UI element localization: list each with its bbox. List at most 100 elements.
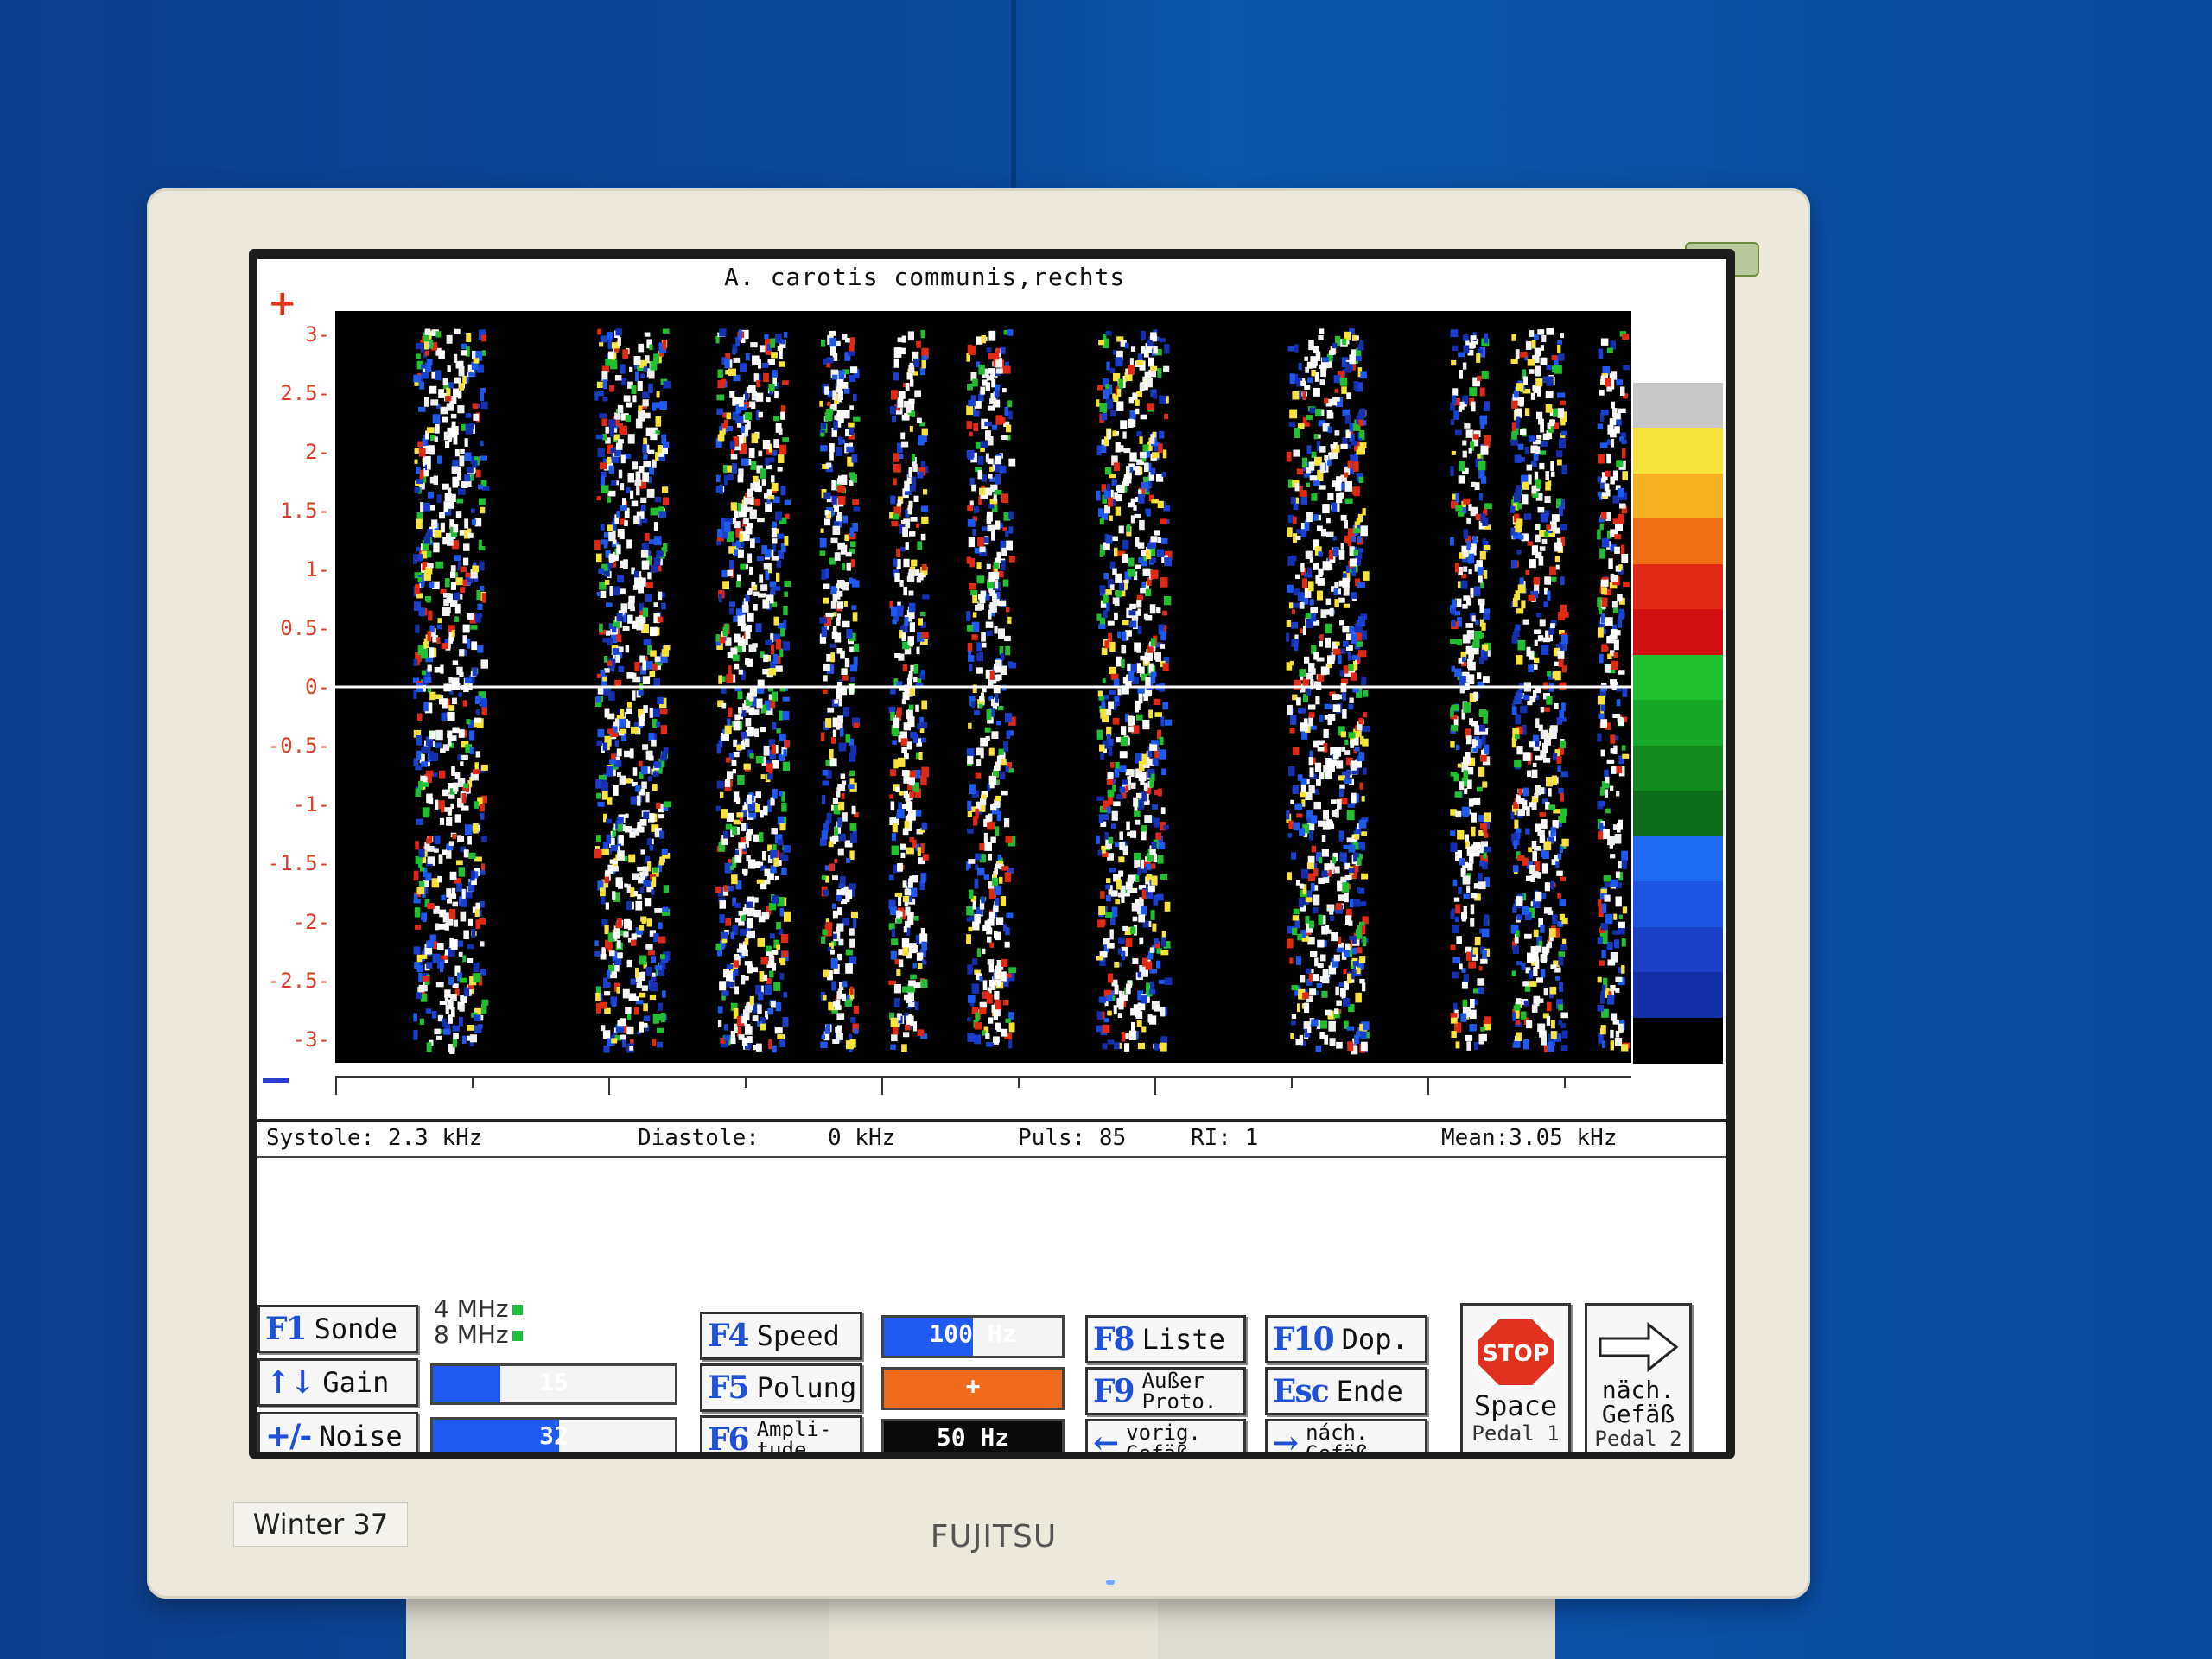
x-tick (472, 1076, 474, 1088)
f5-key: F5 (708, 1370, 750, 1406)
doppler-spectrogram (335, 311, 1631, 1063)
probe-frequency-list: 4 MHz 8 MHz (434, 1296, 523, 1348)
gain-value: 15 (539, 1368, 569, 1396)
polung-button[interactable]: F5 Polung (700, 1363, 862, 1412)
x-tick (1291, 1076, 1293, 1088)
x-tick (1154, 1076, 1156, 1095)
color-scale-step (1633, 836, 1723, 882)
amplitude-label: Ampli-tude (756, 1417, 832, 1452)
amplitude-button[interactable]: F6 Ampli-tude (700, 1415, 862, 1452)
f8-key: F8 (1093, 1321, 1135, 1357)
esc-key: Esc (1273, 1373, 1330, 1409)
ende-button[interactable]: Esc Ende (1265, 1367, 1427, 1415)
y-tick-label: -0.5- (267, 733, 330, 758)
space-label: Space (1473, 1389, 1558, 1422)
color-scale-step (1633, 382, 1723, 429)
x-tick (1018, 1076, 1020, 1088)
x-tick (745, 1076, 747, 1088)
f4-key: F4 (708, 1318, 750, 1354)
next-vessel-button[interactable]: → nách.Gefäß (1265, 1419, 1427, 1452)
color-scale-step (1633, 473, 1723, 519)
monitor-stand-neck (830, 1594, 1158, 1659)
gain-arrows-icon: ↑↓ (265, 1364, 315, 1401)
color-scale-step (1633, 428, 1723, 474)
polung-value: + (965, 1371, 981, 1400)
puls-readout: Puls: 85 (1018, 1125, 1127, 1151)
y-tick-label: 2.5- (280, 381, 330, 406)
amplitude-indicator[interactable]: 50 Hz (881, 1419, 1065, 1452)
stop-sign-icon: STOP (1474, 1316, 1557, 1389)
y-tick-label: 1- (305, 557, 330, 582)
stop-space-button[interactable]: STOP Space Pedal 1 (1460, 1303, 1571, 1452)
arrow-right-icon: → (1273, 1425, 1299, 1452)
brand-logo: FUJITSU (930, 1519, 1058, 1554)
gain-label: Gain (322, 1366, 390, 1399)
noise-button[interactable]: +/- Noise (257, 1412, 418, 1452)
color-scale-step (1633, 926, 1723, 973)
color-scale-step (1633, 972, 1723, 1019)
y-tick-label: -2.5- (267, 968, 330, 993)
noise-value: 32 (539, 1421, 569, 1450)
systole-readout: Systole: 2.3 kHz (266, 1125, 483, 1151)
diastole-value: 0 kHz (828, 1125, 896, 1151)
color-scale-step (1633, 745, 1723, 791)
liste-button[interactable]: F8 Liste (1085, 1315, 1246, 1363)
color-scale-bar (1633, 337, 1723, 1064)
pedal-1-label: Pedal 1 (1471, 1421, 1560, 1446)
ri-readout: RI: 1 (1191, 1125, 1259, 1151)
next-vessel-pedal-button[interactable]: näch. Gefäß Pedal 2 (1585, 1303, 1692, 1452)
doppler-label: Dop. (1341, 1323, 1408, 1356)
gain-meter[interactable]: 15 (430, 1363, 677, 1405)
time-axis (335, 1076, 1631, 1095)
ausser-proto-button[interactable]: F9 Außer Proto. (1085, 1367, 1246, 1415)
sonde-label: Sonde (314, 1313, 397, 1345)
gain-button[interactable]: ↑↓ Gain (257, 1358, 418, 1407)
speed-meter[interactable]: 100 Hz (881, 1315, 1065, 1358)
amplitude-value: 50 Hz (936, 1423, 1010, 1452)
noise-label: Noise (319, 1420, 403, 1452)
negative-direction-marker (263, 1078, 289, 1083)
color-scale-step (1633, 654, 1723, 701)
y-tick-label: 3- (305, 322, 330, 347)
y-tick-label: -1.5- (267, 850, 330, 875)
noise-meter[interactable]: 32 (430, 1417, 677, 1452)
y-tick-label: 0.5- (280, 616, 330, 641)
probe-frequency-8mhz: 8 MHz (434, 1322, 523, 1348)
screen: A. carotis communis,rechts + 3- 2.5- 2- 1.5… (257, 259, 1726, 1452)
polung-label: Polung (756, 1371, 857, 1404)
mean-readout: Mean:3.05 kHz (1441, 1125, 1618, 1151)
color-scale-step (1633, 1017, 1723, 1064)
speed-button[interactable]: F4 Speed (700, 1312, 862, 1360)
pedal-2-label: Pedal 2 (1594, 1427, 1682, 1451)
big-arrow-right-icon (1599, 1321, 1679, 1373)
power-led-icon (1106, 1580, 1115, 1585)
noise-plus-minus-icon: +/- (265, 1418, 312, 1452)
sonde-button[interactable]: F1 Sonde (257, 1305, 418, 1353)
f10-key: F10 (1273, 1321, 1335, 1357)
polung-indicator[interactable]: + (881, 1367, 1065, 1410)
x-tick (1427, 1076, 1429, 1095)
x-tick (1564, 1076, 1566, 1088)
y-tick-label: 0- (305, 675, 330, 699)
doppler-button[interactable]: F10 Dop. (1265, 1315, 1427, 1363)
probe-8mhz-indicator-icon (512, 1331, 523, 1341)
next-vessel-pedal-label: näch. Gefäß (1601, 1376, 1675, 1428)
plot-title: A. carotis communis,rechts (724, 263, 1126, 291)
ende-label: Ende (1336, 1375, 1403, 1408)
probe-4mhz-indicator-icon (512, 1305, 523, 1315)
color-scale-step (1633, 337, 1723, 384)
y-tick-label: -2- (292, 909, 330, 934)
f9-key: F9 (1093, 1373, 1135, 1409)
y-tick-label: -1- (292, 791, 330, 817)
y-tick-label: 1.5- (280, 499, 330, 524)
previous-vessel-button[interactable]: ← vorig.Gefäß (1085, 1419, 1246, 1452)
color-scale-step (1633, 700, 1723, 747)
y-tick-label: -3- (292, 1027, 330, 1052)
diastole-label: Diastole: (638, 1125, 760, 1151)
speed-label: Speed (756, 1319, 840, 1352)
previous-vessel-label: vorig.Gefäß (1126, 1421, 1201, 1452)
x-tick (881, 1076, 883, 1095)
speed-value: 100 Hz (929, 1319, 1017, 1348)
f6-key: F6 (708, 1421, 750, 1452)
y-tick-label: 2- (305, 440, 330, 465)
